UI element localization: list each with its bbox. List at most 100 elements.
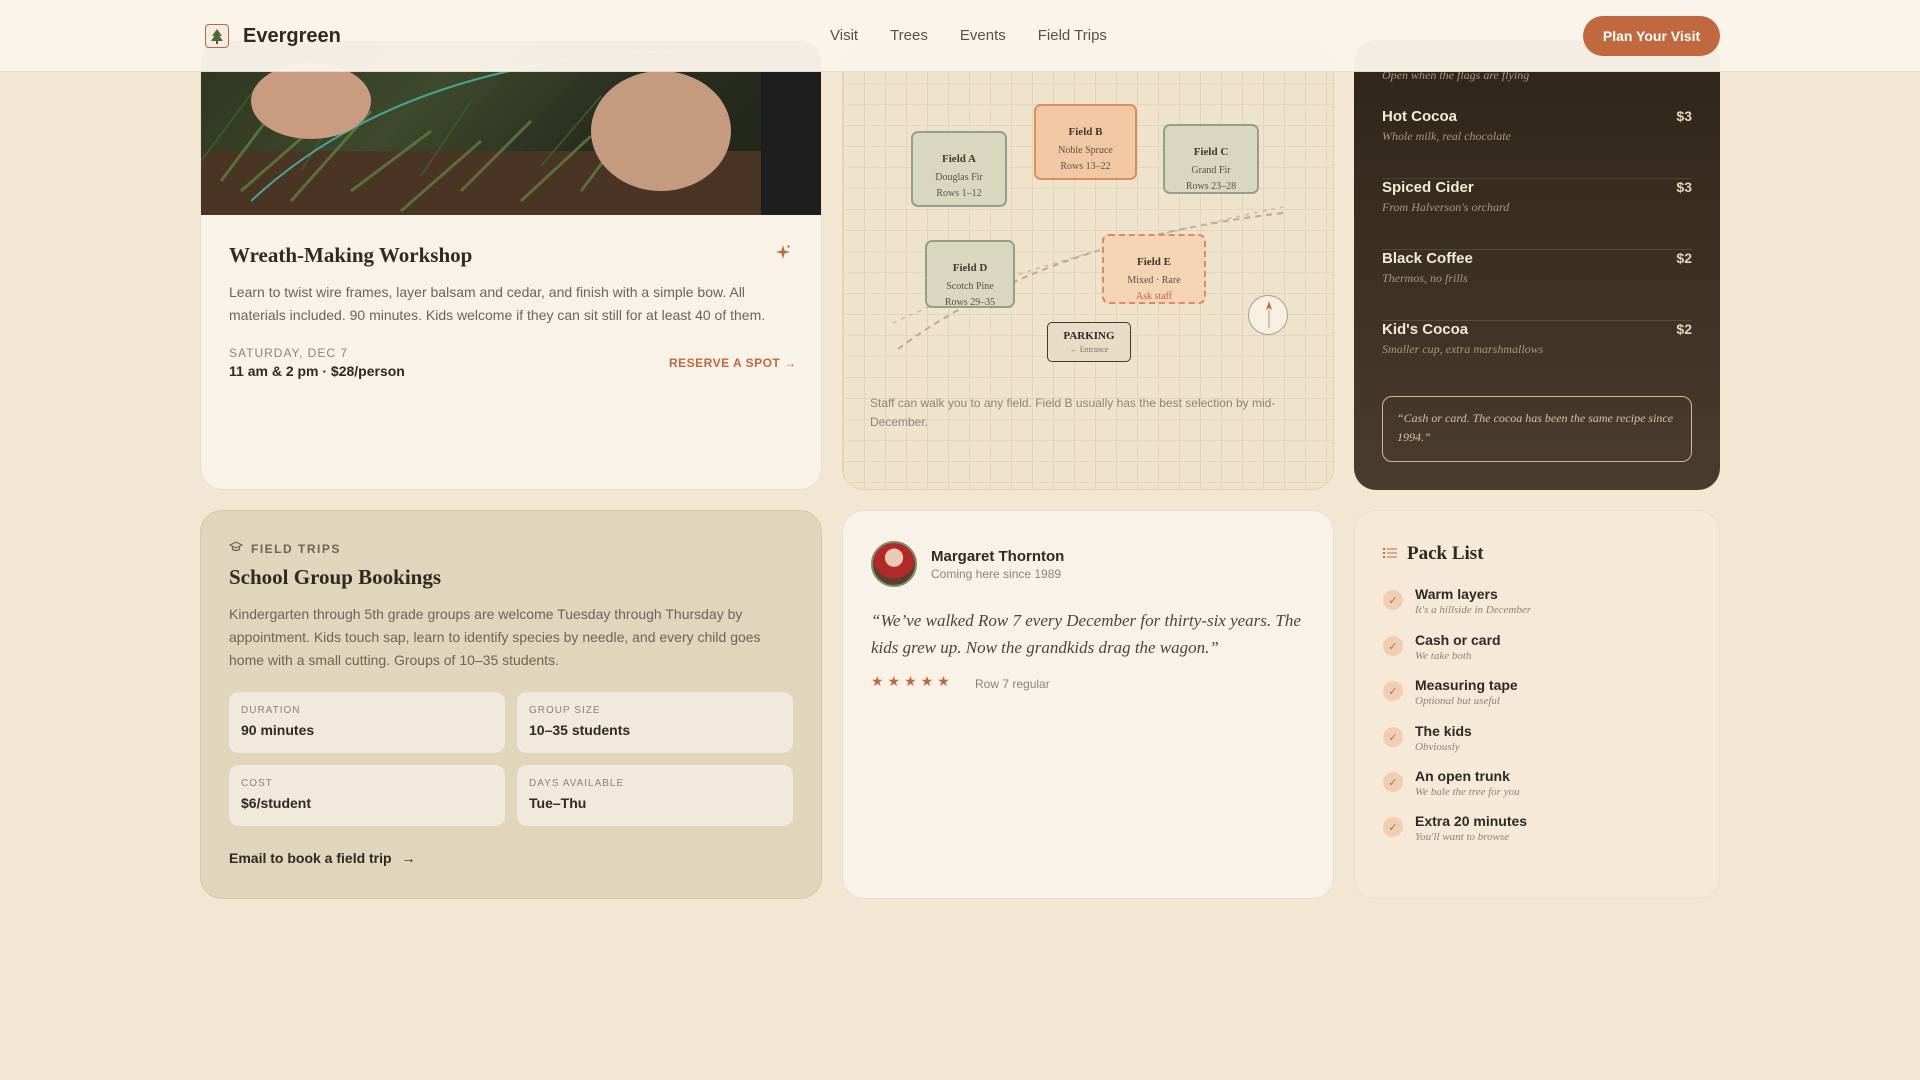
menu-item-name: Spiced Cider: [1382, 179, 1474, 196]
field-trips-description: Kindergarten through 5th grade groups ar…: [229, 606, 761, 668]
pack-item-name: Measuring tape: [1415, 677, 1518, 693]
pack-list-header: Pack List: [1383, 543, 1484, 565]
field-rows: Ask staff: [1135, 291, 1173, 302]
reviewer-since: Coming here since 1989: [931, 567, 1062, 581]
field-species: Douglas Fir: [935, 172, 983, 183]
menu-quote: “Cash or card. The cocoa has been the sa…: [1382, 396, 1692, 462]
logo[interactable]: Evergreen: [205, 24, 341, 48]
tree-logo-icon: [205, 24, 229, 48]
field-species: Scotch Pine: [946, 281, 994, 292]
menu-item-price: $3: [1676, 179, 1692, 195]
top-nav: Evergreen Visit Trees Events Field Trips…: [0, 0, 1920, 72]
reserve-spot-link[interactable]: RESERVE A SPOT →: [669, 356, 797, 370]
check-icon: ✓: [1383, 817, 1403, 837]
field-a[interactable]: Field A Douglas Fir Rows 1–12: [911, 131, 1007, 207]
brand-name: Evergreen: [243, 24, 341, 47]
field-rows: Rows 23–28: [1185, 181, 1237, 192]
star-rating-icon: ★★★★★: [871, 673, 954, 689]
eyebrow-label: FIELD TRIPS: [251, 541, 341, 556]
pack-item-name: Cash or card: [1415, 632, 1501, 648]
stat-label: COST: [241, 778, 273, 789]
testimonial-quote: “We’ve walked Row 7 every December for t…: [871, 611, 1301, 657]
field-rows: Rows 13–22: [1060, 161, 1111, 172]
field-name: Field A: [942, 153, 976, 165]
book-field-trip-link[interactable]: Email to book a field trip →: [229, 850, 415, 866]
pack-item-note: Obviously: [1415, 741, 1460, 753]
stat-value: 10–35 students: [529, 722, 631, 738]
field-c[interactable]: Field C Grand Fir Rows 23–28: [1163, 124, 1259, 194]
nav-links: Visit Trees Events Field Trips: [830, 27, 1107, 44]
workshop-date: SATURDAY, DEC 7: [229, 346, 349, 360]
nav-link-visit[interactable]: Visit: [830, 27, 858, 44]
stat-group-size: GROUP SIZE 10–35 students: [517, 692, 793, 753]
map-note: Staff can walk you to any field. Field B…: [870, 396, 1276, 429]
field-name: Field B: [1068, 126, 1103, 138]
workshop-description: Learn to twist wire frames, layer balsam…: [229, 284, 766, 323]
field-name: Field E: [1137, 256, 1171, 268]
nav-link-trees[interactable]: Trees: [890, 27, 928, 44]
pack-item-note: Optional but useful: [1415, 695, 1500, 707]
pack-item-note: You'll want to browse: [1415, 831, 1510, 843]
field-rows: Rows 29–35: [944, 297, 996, 308]
parking-label: PARKING: [1063, 330, 1115, 342]
menu-item-desc: Whole milk, real chocolate: [1382, 129, 1511, 143]
menu-item: Black Coffee $2 Thermos, no frills: [1382, 250, 1692, 321]
parking-entrance-label: ← Entrance: [1069, 345, 1109, 354]
nav-link-events[interactable]: Events: [960, 27, 1006, 44]
field-name: Field C: [1193, 146, 1229, 158]
menu-item-name: Black Coffee: [1382, 250, 1473, 267]
menu-item-name: Hot Cocoa: [1382, 108, 1457, 125]
pack-list-card: Pack List ✓ Warm layers It's a hillside …: [1354, 510, 1720, 899]
stat-label: DURATION: [241, 705, 301, 716]
field-trips-eyebrow: FIELD TRIPS: [228, 541, 341, 556]
sparkle-icon: [775, 244, 791, 265]
check-icon: ✓: [1383, 681, 1403, 701]
field-species: Mixed · Rare: [1127, 275, 1181, 286]
field-species: Noble Spruce: [1058, 145, 1113, 156]
compass-icon: [1248, 295, 1288, 335]
field-rows: Rows 1–12: [936, 188, 982, 199]
workshop-time-price: 11 am & 2 pm · $28/person: [229, 363, 405, 379]
stat-value: Tue–Thu: [529, 795, 587, 811]
check-icon: ✓: [1383, 590, 1403, 610]
rating-note: Row 7 regular: [975, 677, 1050, 691]
pack-item-note: We take both: [1415, 650, 1472, 662]
cocoa-menu-card: Open when the flags are flying Hot Cocoa…: [1354, 40, 1720, 490]
stat-label: DAYS AVAILABLE: [529, 778, 625, 789]
field-species: Grand Fir: [1191, 165, 1231, 176]
plan-visit-button[interactable]: Plan Your Visit: [1583, 16, 1720, 56]
field-trips-card: FIELD TRIPS School Group Bookings Kinder…: [200, 510, 822, 899]
book-field-trip-label: Email to book a field trip: [229, 850, 392, 866]
pack-item-name: Warm layers: [1415, 586, 1498, 602]
field-name: Field D: [952, 262, 988, 274]
menu-item: Hot Cocoa $3 Whole milk, real chocolate: [1382, 108, 1692, 179]
farm-map-card: Field A Douglas Fir Rows 1–12 Field B Nob…: [842, 40, 1334, 490]
stat-value: 90 minutes: [241, 722, 315, 738]
menu-item-price: $2: [1676, 321, 1692, 337]
stat-cost: COST $6/student: [229, 765, 505, 826]
list-icon: [1383, 546, 1397, 562]
pack-item-name: An open trunk: [1415, 768, 1510, 784]
graduation-cap-icon: [228, 541, 244, 556]
field-b[interactable]: Field B Noble Spruce Rows 13–22: [1034, 104, 1137, 180]
check-icon: ✓: [1383, 772, 1403, 792]
pack-item-name: The kids: [1415, 723, 1472, 739]
check-icon: ✓: [1383, 636, 1403, 656]
menu-item: Kid's Cocoa $2 Smaller cup, extra marshm…: [1382, 321, 1692, 392]
workshop-card: Wreath-Making Workshop Learn to twist wi…: [200, 40, 822, 490]
pack-item-name: Extra 20 minutes: [1415, 813, 1528, 829]
menu-item: Spiced Cider $3 From Halverson's orchard: [1382, 179, 1692, 250]
field-trips-title: School Group Bookings: [229, 565, 442, 589]
stat-value: $6/student: [241, 795, 312, 811]
menu-item-desc: From Halverson's orchard: [1382, 200, 1510, 214]
nav-link-field-trips[interactable]: Field Trips: [1038, 27, 1107, 44]
avatar: [871, 541, 917, 587]
arrow-right-icon: →: [401, 850, 416, 866]
stat-days: DAYS AVAILABLE Tue–Thu: [517, 765, 793, 826]
parking-area[interactable]: PARKING ← Entrance: [1047, 322, 1131, 362]
check-icon: ✓: [1383, 727, 1403, 747]
menu-item-price: $3: [1676, 108, 1692, 124]
field-d[interactable]: Field D Scotch Pine Rows 29–35: [925, 240, 1015, 308]
field-e[interactable]: Field E Mixed · Rare Ask staff: [1102, 234, 1206, 304]
menu-item-name: Kid's Cocoa: [1382, 321, 1469, 338]
